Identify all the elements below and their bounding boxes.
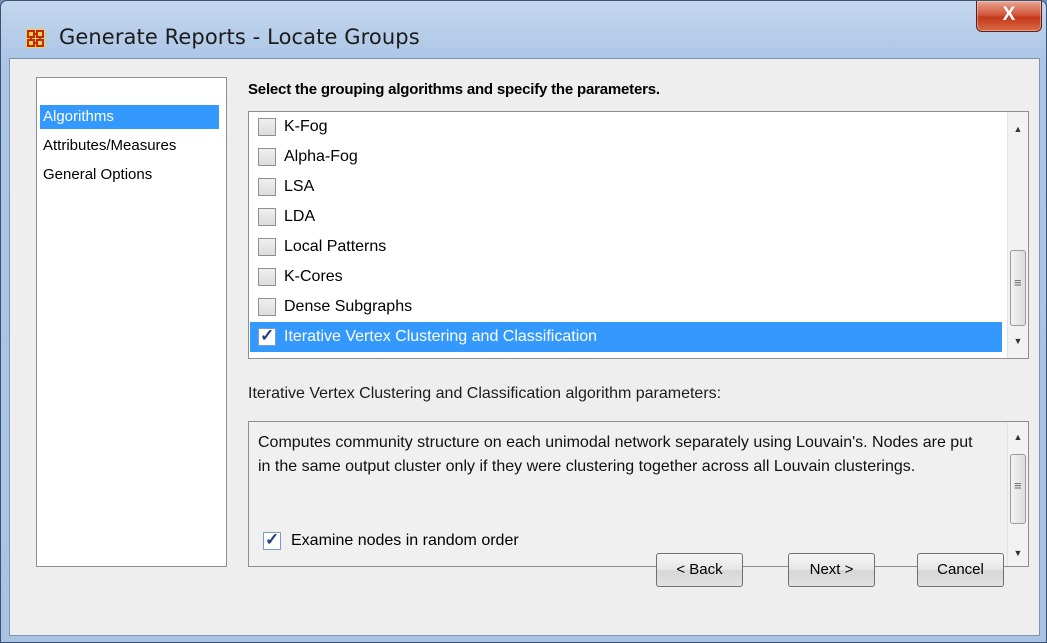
algorithm-checkbox[interactable] <box>258 178 276 196</box>
grip-icon: ≡ <box>1014 275 1022 290</box>
scrollbar-thumb[interactable]: ≡ <box>1010 250 1026 326</box>
next-button[interactable]: Next > <box>788 553 875 587</box>
scroll-down-arrow-icon[interactable]: ▼ <box>1008 544 1028 562</box>
algorithm-checkbox[interactable] <box>258 238 276 256</box>
algorithm-checkbox[interactable] <box>258 148 276 166</box>
algorithm-label: Dense Subgraphs <box>284 298 413 315</box>
scroll-up-arrow-icon[interactable]: ▲ <box>1008 120 1028 138</box>
algorithm-label: Alpha-Fog <box>284 148 358 165</box>
parameters-panel: Computes community structure on each uni… <box>248 421 1029 567</box>
cancel-button[interactable]: Cancel <box>917 553 1004 587</box>
checkmark-icon: ✓ <box>260 326 275 345</box>
dialog-content: Algorithms Attributes/Measures General O… <box>9 58 1040 636</box>
algorithm-label: Iterative Vertex Clustering and Classifi… <box>284 328 598 345</box>
nav-item-algorithms[interactable]: Algorithms <box>40 105 219 129</box>
algorithm-row-k-fog[interactable]: K-Fog <box>250 112 1002 142</box>
algorithm-row-k-cores[interactable]: K-Cores <box>250 262 1002 292</box>
algorithm-checkbox[interactable] <box>258 298 276 316</box>
algorithm-checkbox[interactable] <box>258 268 276 286</box>
window-title: Generate Reports - Locate Groups <box>59 25 420 49</box>
section-heading: Select the grouping algorithms and speci… <box>248 81 660 98</box>
algorithm-row-local-patterns[interactable]: Local Patterns <box>250 232 1002 262</box>
scrollbar-thumb[interactable]: ≡ <box>1010 454 1026 524</box>
algorithm-label: K-Cores <box>284 268 343 285</box>
close-button[interactable]: X <box>976 1 1042 32</box>
parameters-label: Iterative Vertex Clustering and Classifi… <box>248 385 722 402</box>
algorithm-label: Local Patterns <box>284 238 387 255</box>
nav-item-general-options[interactable]: General Options <box>40 163 152 187</box>
algorithm-list: K-Fog Alpha-Fog LSA LDA Local Patterns K… <box>248 111 1029 359</box>
algorithm-label: LSA <box>284 178 315 195</box>
algorithm-row-lda[interactable]: LDA <box>250 202 1002 232</box>
app-logo-icon <box>26 29 45 48</box>
algorithm-checkbox[interactable]: ✓ <box>258 326 276 346</box>
options-nav-list: Algorithms Attributes/Measures General O… <box>36 77 227 567</box>
back-button[interactable]: < Back <box>656 553 743 587</box>
parameters-scrollbar[interactable]: ▲ ≡ ▼ <box>1007 422 1028 566</box>
algorithm-row-alpha-fog[interactable]: Alpha-Fog <box>250 142 1002 172</box>
algorithm-label: K-Fog <box>284 118 328 135</box>
algorithm-label: LDA <box>284 208 316 225</box>
nav-item-attributes-measures[interactable]: Attributes/Measures <box>40 134 176 158</box>
grip-icon: ≡ <box>1014 478 1022 493</box>
algorithm-checkbox[interactable] <box>258 118 276 136</box>
scroll-down-arrow-icon[interactable]: ▼ <box>1008 332 1028 350</box>
algorithm-row-lsa[interactable]: LSA <box>250 172 1002 202</box>
random-order-checkbox[interactable]: ✓ <box>263 530 281 550</box>
algorithm-list-scrollbar[interactable]: ▲ ≡ ▼ <box>1007 112 1028 358</box>
title-bar[interactable]: Generate Reports - Locate Groups X <box>1 1 1046 57</box>
scroll-up-arrow-icon[interactable]: ▲ <box>1008 428 1028 446</box>
random-order-label: Examine nodes in random order <box>291 532 519 549</box>
checkmark-icon: ✓ <box>265 530 280 549</box>
algorithm-row-dense-subgraphs[interactable]: Dense Subgraphs <box>250 292 1002 322</box>
algorithm-description: Computes community structure on each uni… <box>258 434 973 475</box>
algorithm-row-iterative-vertex-clustering[interactable]: ✓ Iterative Vertex Clustering and Classi… <box>250 322 1002 352</box>
algorithm-checkbox[interactable] <box>258 208 276 226</box>
dialog-window: Generate Reports - Locate Groups X Algor… <box>0 0 1047 643</box>
